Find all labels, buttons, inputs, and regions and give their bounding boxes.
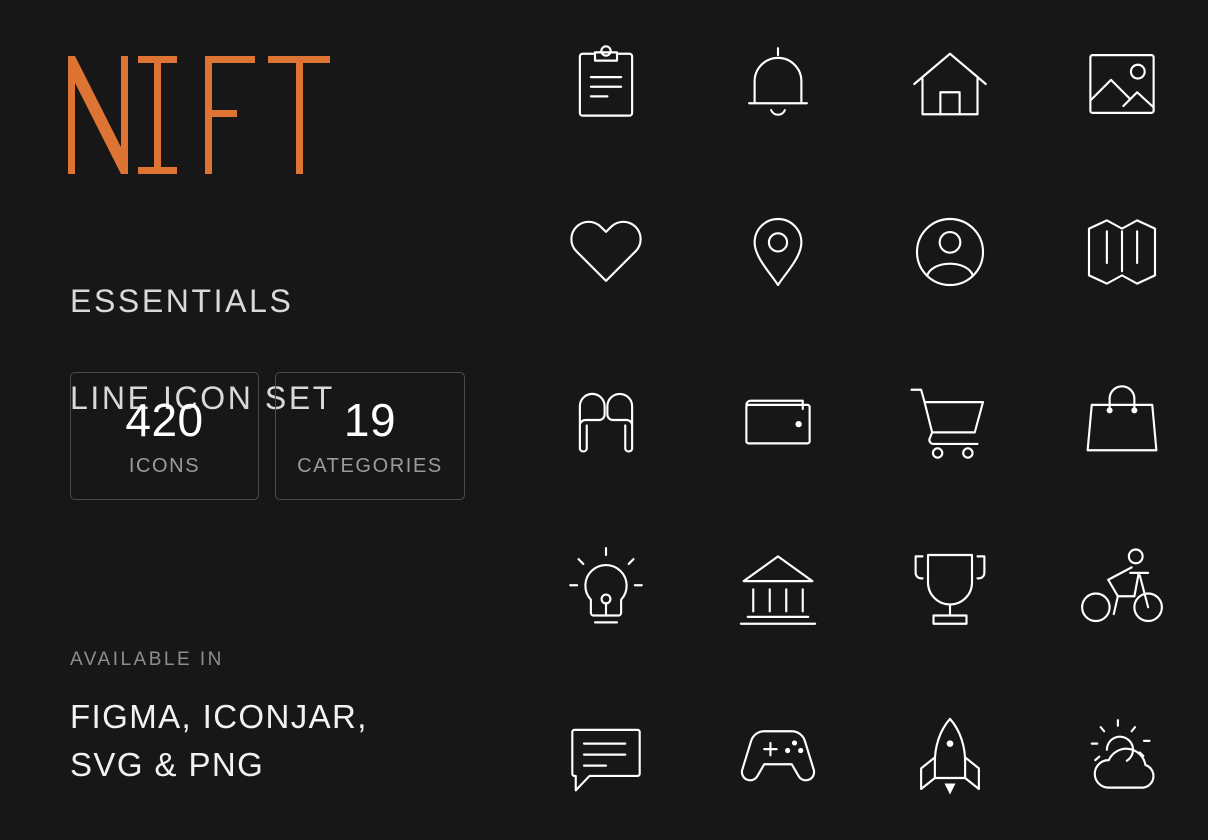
icon-cell-home[interactable] bbox=[864, 0, 1036, 168]
clipboard-icon bbox=[578, 45, 634, 117]
heart-icon bbox=[570, 220, 642, 282]
folded-map-icon bbox=[1087, 219, 1157, 285]
brand-logo-nift bbox=[68, 56, 363, 174]
icon-cell-heart[interactable] bbox=[520, 168, 692, 336]
stat-box-categories: 19 CATEGORIES bbox=[275, 372, 465, 500]
icon-cell-bell[interactable] bbox=[692, 0, 864, 168]
shopping-bag-icon bbox=[1086, 385, 1158, 452]
icon-cell-map-pin[interactable] bbox=[692, 168, 864, 336]
icon-cell-shopping-cart[interactable] bbox=[864, 336, 1036, 504]
stat-value-categories: 19 bbox=[343, 393, 397, 446]
icon-cell-chat-bubble[interactable] bbox=[520, 672, 692, 840]
stat-label-icons: ICONS bbox=[128, 454, 201, 477]
chat-bubble-icon bbox=[571, 728, 641, 792]
bell-icon bbox=[748, 47, 808, 116]
icon-cell-wallet[interactable] bbox=[692, 336, 864, 504]
icon-cell-user-circle[interactable] bbox=[864, 168, 1036, 336]
bank-icon bbox=[739, 555, 817, 625]
availability-label: AVAILABLE IN bbox=[70, 649, 224, 670]
stats-row: 420 ICONS 19 CATEGORIES bbox=[70, 372, 465, 500]
tagline-line-1: ESSENTIALS bbox=[70, 282, 294, 319]
icon-cell-folded-map[interactable] bbox=[1036, 168, 1208, 336]
icon-cell-bank[interactable] bbox=[692, 504, 864, 672]
trophy-icon bbox=[914, 553, 986, 625]
icon-cell-gamepad[interactable] bbox=[692, 672, 864, 840]
icon-cell-lightbulb[interactable] bbox=[520, 504, 692, 672]
left-info-panel: ESSENTIALS LINE ICON SET 420 ICONS 19 CA… bbox=[0, 0, 520, 840]
icon-grid bbox=[520, 0, 1208, 840]
icon-cell-clipboard[interactable] bbox=[520, 0, 692, 168]
icon-cell-rocket[interactable] bbox=[864, 672, 1036, 840]
gamepad-icon bbox=[740, 730, 816, 782]
lightbulb-icon bbox=[569, 547, 643, 624]
icon-cell-shopping-bag[interactable] bbox=[1036, 336, 1208, 504]
icon-cell-earbuds[interactable] bbox=[520, 336, 692, 504]
wallet-icon bbox=[745, 399, 811, 445]
earbuds-icon bbox=[578, 392, 634, 453]
partly-cloudy-icon bbox=[1090, 719, 1155, 789]
image-icon bbox=[1089, 54, 1155, 114]
icon-cell-partly-cloudy[interactable] bbox=[1036, 672, 1208, 840]
bicycle-icon bbox=[1081, 548, 1163, 623]
user-circle-icon bbox=[915, 217, 985, 287]
icon-cell-trophy[interactable] bbox=[864, 504, 1036, 672]
home-icon bbox=[913, 52, 987, 116]
availability-formats-line-2: SVG & PNG bbox=[70, 746, 265, 783]
availability-formats-line-1: FIGMA, ICONJAR, bbox=[70, 698, 368, 735]
icon-cell-image[interactable] bbox=[1036, 0, 1208, 168]
rocket-icon bbox=[920, 717, 980, 795]
availability-formats: FIGMA, ICONJAR, SVG & PNG bbox=[70, 693, 368, 789]
availability-block: AVAILABLE IN FIGMA, ICONJAR, SVG & PNG bbox=[70, 645, 368, 789]
map-pin-icon bbox=[753, 217, 803, 287]
shopping-cart-icon bbox=[910, 388, 985, 459]
stat-value-icons: 420 bbox=[125, 393, 204, 446]
stat-label-categories: CATEGORIES bbox=[297, 454, 443, 477]
icon-cell-bicycle[interactable] bbox=[1036, 504, 1208, 672]
stat-box-icons: 420 ICONS bbox=[70, 372, 259, 500]
icon-set-promo-page: ESSENTIALS LINE ICON SET 420 ICONS 19 CA… bbox=[0, 0, 1208, 840]
